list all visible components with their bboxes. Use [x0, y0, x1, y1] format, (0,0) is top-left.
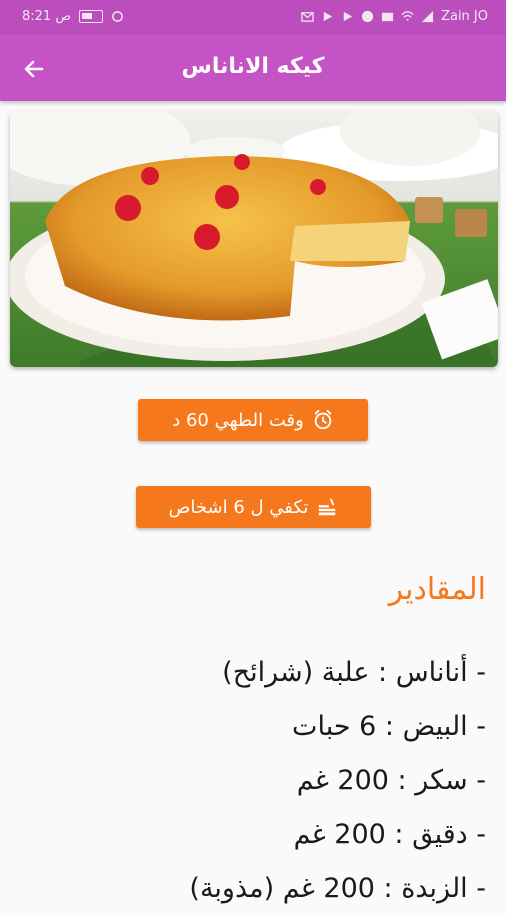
play-icon	[323, 11, 333, 22]
list-item: - دقيق : 200 غم	[293, 819, 486, 850]
facebook-icon	[362, 10, 374, 23]
ingredients-list: - أناناس : علبة (شرائح) - البيض : 6 حبات…	[26, 646, 486, 916]
ingredients-title: المقادير	[388, 572, 486, 607]
gmail-icon	[301, 12, 314, 22]
status-bar: 8:21 ص Zain JO	[0, 0, 506, 34]
carrier-label: Zain JO	[441, 9, 488, 24]
app-bar: كيكه الاناناس	[0, 34, 506, 101]
wifi-icon	[401, 11, 414, 21]
alarm-clock-icon	[314, 409, 332, 430]
status-time: 8:21 ص	[22, 9, 72, 24]
cook-time-chip[interactable]: وقت الطهي 60 د	[138, 399, 368, 441]
servings-label: تكفي ل 6 اشخاص	[168, 496, 309, 518]
battery-icon	[79, 10, 104, 23]
servings-chip[interactable]: تكفي ل 6 اشخاص	[136, 486, 371, 528]
cake-illustration	[10, 111, 498, 367]
food-tray-icon	[319, 498, 336, 516]
play-icon-2	[343, 11, 353, 22]
page-title: كيكه الاناناس	[181, 54, 325, 79]
sync-icon	[112, 11, 123, 22]
status-right: Zain JO	[301, 9, 488, 24]
mail-icon	[382, 12, 394, 22]
cook-time-label: وقت الطهي 60 د	[172, 409, 304, 431]
status-left: 8:21 ص	[22, 9, 124, 24]
list-item: - سكر : 200 غم	[296, 765, 486, 796]
list-item: - البيض : 6 حبات	[292, 711, 486, 742]
list-item: - أناناس : علبة (شرائح)	[222, 657, 486, 688]
signal-icon	[422, 10, 434, 23]
recipe-image	[10, 111, 498, 367]
list-item: - الزبدة : 200 غم (مذوبة)	[189, 873, 486, 904]
